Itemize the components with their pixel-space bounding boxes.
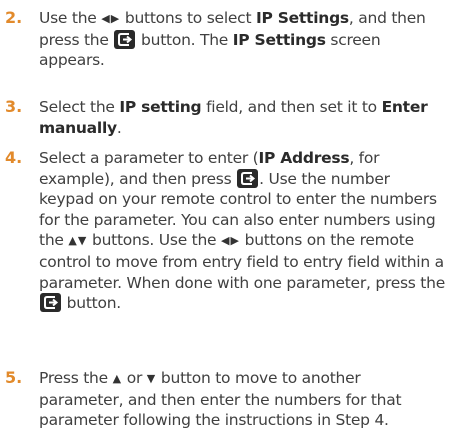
left-right-arrows-icon: ◀▶ xyxy=(221,234,240,248)
left-right-arrows-icon: ◀▶ xyxy=(101,12,121,25)
step-number: 2. xyxy=(5,8,23,27)
enter-button-icon xyxy=(114,29,136,49)
enter-button-icon xyxy=(237,168,259,188)
step-number: 4. xyxy=(5,148,23,167)
down-arrow-icon: ▼ xyxy=(146,372,157,385)
up-down-arrows-icon: ▲▼ xyxy=(68,234,88,248)
step-text: Select the IP setting field, and then se… xyxy=(39,98,428,137)
step-text: Press the ▲ or ▼ button to move to anoth… xyxy=(39,369,402,430)
step-number: 5. xyxy=(5,368,23,387)
step-number: 3. xyxy=(5,97,23,116)
step-text: Use the ◀▶ buttons to select IP Settings… xyxy=(39,9,426,70)
step-text: Select a parameter to enter (IP Address,… xyxy=(39,149,445,313)
enter-button-icon xyxy=(40,293,61,313)
up-arrow-icon: ▲ xyxy=(112,372,123,385)
